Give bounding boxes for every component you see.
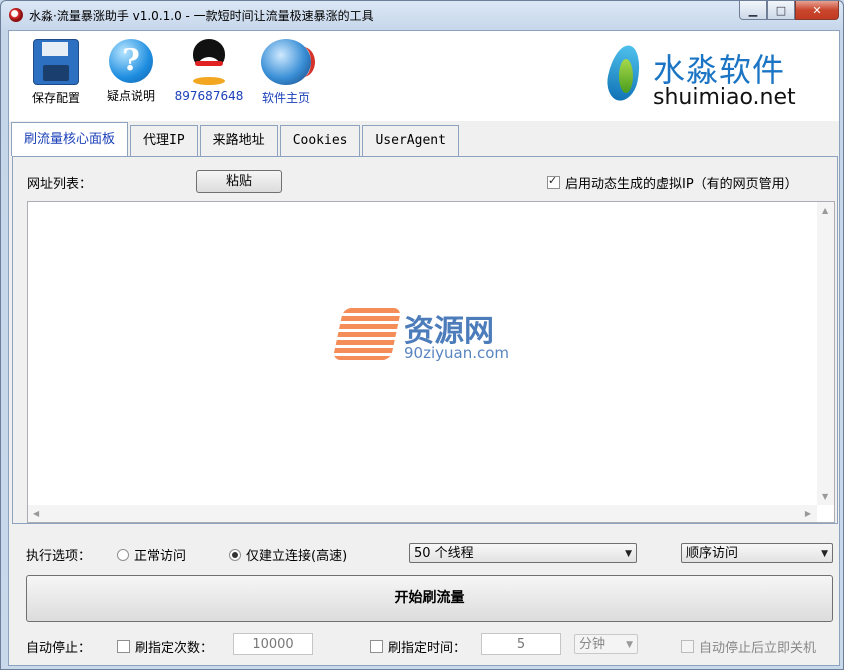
vertical-scrollbar[interactable]: ▲ ▼ <box>817 202 834 505</box>
app-window: 水淼·流量暴涨助手 v1.0.1.0 - 一款短时间让流量极速暴涨的工具 ▁ □… <box>0 0 844 670</box>
question-mark-icon: ? <box>109 39 153 83</box>
checkbox-unchecked-icon <box>370 640 383 653</box>
tab-proxy-ip[interactable]: 代理IP <box>130 125 198 156</box>
window-title: 水淼·流量暴涨助手 v1.0.1.0 - 一款短时间让流量极速暴涨的工具 <box>29 9 374 23</box>
watermark-text-en: 90ziyuan.com <box>404 344 510 362</box>
paste-button[interactable]: 粘贴 <box>196 170 282 193</box>
water-drop-icon <box>603 42 645 104</box>
exec-options-label: 执行选项： <box>26 549 92 564</box>
horizontal-scrollbar[interactable]: ◀ ▶ <box>28 505 817 522</box>
count-input[interactable]: 10000 <box>233 633 313 655</box>
radio-on-icon <box>229 549 241 561</box>
radio-off-icon <box>117 549 129 561</box>
virtual-ip-label: 启用动态生成的虚拟IP（有的网页管用） <box>565 177 798 192</box>
scroll-up-icon[interactable]: ▲ <box>822 206 828 215</box>
homepage-button[interactable]: 软件主页 <box>246 39 326 106</box>
qq-number-label: 897687648 <box>174 89 244 103</box>
virtual-ip-checkbox[interactable]: 启用动态生成的虚拟IP（有的网页管用） <box>547 173 798 192</box>
stop-by-count-label: 刷指定次数： <box>135 641 214 656</box>
thread-count-value: 50 个线程 <box>414 546 474 561</box>
url-list-textarea[interactable]: ▲ ▼ ◀ ▶ 资源网 90ziyuan.com <box>27 201 835 523</box>
qq-contact-button[interactable]: 897687648 <box>169 39 249 103</box>
tab-core-panel[interactable]: 刷流量核心面板 <box>11 122 129 156</box>
scroll-down-icon[interactable]: ▼ <box>822 492 828 501</box>
tab-strip: 刷流量核心面板 代理IP 来路地址 Cookies UserAgent <box>11 122 461 156</box>
radio-connect-only[interactable]: 仅建立连接(高速) <box>229 545 347 564</box>
tab-cookies[interactable]: Cookies <box>279 125 361 156</box>
app-icon <box>9 8 23 22</box>
watermark-logo-icon <box>332 306 402 362</box>
homepage-label: 软件主页 <box>261 91 310 105</box>
tab-referrer[interactable]: 来路地址 <box>199 125 278 156</box>
qq-penguin-icon <box>187 39 231 85</box>
watermark: 资源网 90ziyuan.com <box>332 306 524 366</box>
chevron-down-icon: ▼ <box>821 549 828 559</box>
chevron-down-icon: ▼ <box>626 640 633 650</box>
tab-useragent[interactable]: UserAgent <box>362 125 459 156</box>
help-label: 疑点说明 <box>106 89 155 103</box>
start-button[interactable]: 开始刷流量 <box>26 575 833 622</box>
scroll-left-icon[interactable]: ◀ <box>33 509 39 518</box>
shutdown-label: 自动停止后立即关机 <box>699 641 817 656</box>
core-panel: 网址列表： 粘贴 启用动态生成的虚拟IP（有的网页管用） ▲ ▼ ◀ ▶ 资源网… <box>12 156 838 524</box>
minimize-button[interactable]: ▁ <box>739 1 767 20</box>
time-unit-select[interactable]: 分钟 ▼ <box>574 634 638 654</box>
title-bar[interactable]: 水淼·流量暴涨助手 v1.0.1.0 - 一款短时间让流量极速暴涨的工具 ▁ □… <box>1 1 843 29</box>
visit-order-select[interactable]: 顺序访问 ▼ <box>681 543 833 563</box>
time-input[interactable]: 5 <box>481 633 561 655</box>
maximize-icon: □ <box>775 3 787 17</box>
checkbox-unchecked-icon <box>117 640 130 653</box>
radio-fast-label: 仅建立连接(高速) <box>246 549 348 564</box>
help-button[interactable]: ? 疑点说明 <box>91 39 171 104</box>
time-unit-value: 分钟 <box>579 637 606 652</box>
auto-stop-label: 自动停止： <box>26 641 92 656</box>
stop-by-count-checkbox[interactable]: 刷指定次数： <box>117 637 213 656</box>
close-button[interactable]: ✕ <box>795 1 839 20</box>
stop-by-time-checkbox[interactable]: 刷指定时间： <box>370 637 466 656</box>
thread-count-select[interactable]: 50 个线程 ▼ <box>409 543 637 563</box>
maximize-button[interactable]: □ <box>767 1 795 20</box>
url-list-label: 网址列表： <box>27 177 93 192</box>
visit-order-value: 顺序访问 <box>686 546 739 561</box>
window-controls: ▁ □ ✕ <box>739 1 839 20</box>
brand-name-en: shuimiao.net <box>653 85 796 110</box>
shutdown-checkbox[interactable]: 自动停止后立即关机 <box>681 637 816 656</box>
save-config-button[interactable]: 保存配置 <box>16 39 96 106</box>
radio-normal-label: 正常访问 <box>134 549 187 564</box>
globe-icon <box>261 39 315 85</box>
chevron-down-icon: ▼ <box>625 549 632 559</box>
toolbar: 保存配置 ? 疑点说明 897687648 软件主页 水淼软件 shuimiao… <box>9 31 839 121</box>
checkbox-checked-icon <box>547 174 560 189</box>
stop-by-time-label: 刷指定时间： <box>388 641 467 656</box>
minimize-icon: ▁ <box>748 3 758 17</box>
client-area: 保存配置 ? 疑点说明 897687648 软件主页 水淼软件 shuimiao… <box>8 30 840 666</box>
radio-normal-visit[interactable]: 正常访问 <box>117 545 186 564</box>
floppy-disk-icon <box>33 39 79 85</box>
brand-logo: 水淼软件 shuimiao.net <box>601 39 801 111</box>
checkbox-disabled-icon <box>681 640 694 653</box>
scroll-right-icon[interactable]: ▶ <box>805 509 811 518</box>
close-icon: ✕ <box>812 3 822 17</box>
save-config-label: 保存配置 <box>31 91 80 105</box>
